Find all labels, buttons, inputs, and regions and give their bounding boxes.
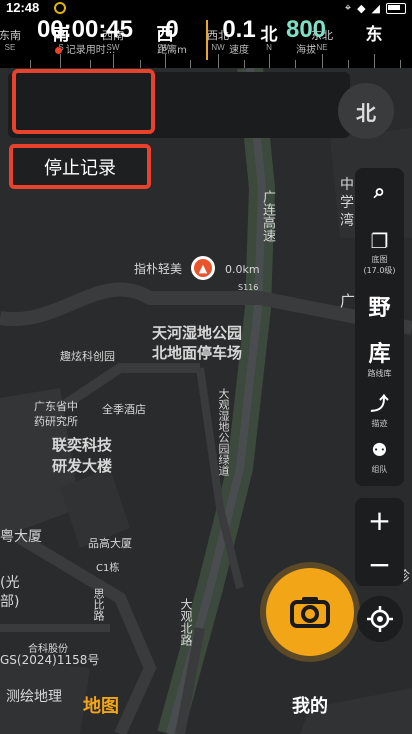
team-button[interactable]: ⚉ 组队 [355, 438, 404, 475]
route-library-button[interactable]: 库 路线库 [355, 342, 404, 379]
map-approval-number: GS(2024)1158号 [0, 653, 100, 667]
compass-abbr: N [266, 43, 272, 52]
north-mode-icon: 北 [356, 100, 376, 125]
map-label-park: 天河湿地公园 [152, 324, 243, 342]
battery-icon [386, 2, 406, 14]
map-label-poi: 学 [340, 195, 354, 211]
wild-mode-button[interactable]: 野 [355, 296, 404, 322]
timer-stat: 00:00:45 记录用时... [22, 16, 148, 58]
basemap-label: 底图 [371, 255, 388, 264]
signal-icon: ◢ [371, 1, 380, 15]
status-time: 12:48 [6, 0, 40, 15]
nav-tab-mine[interactable]: 我的 [292, 692, 328, 718]
compass-label-east: 东 [365, 25, 383, 45]
map-label-building: 粤大厦 [0, 529, 42, 545]
map-label-building: 部) [0, 594, 20, 610]
wild-icon: 野 [368, 296, 391, 321]
stop-recording-button[interactable]: 停止记录 [9, 144, 151, 189]
nav-tab-map[interactable]: 地图 [83, 692, 119, 718]
map-label-road: 思比路 [92, 588, 105, 621]
camera-icon [290, 597, 330, 628]
camera-button[interactable] [266, 568, 354, 656]
search-button[interactable]: ⌕ [355, 178, 404, 204]
zoom-in-button[interactable]: + [355, 498, 404, 542]
map-label-poi: 趣炫科创园 [60, 350, 115, 363]
wifi-icon: ◆ [357, 1, 366, 15]
team-label: 组队 [371, 465, 388, 474]
compass-heading-indicator [206, 20, 208, 60]
map-label-distance: 0.0km [225, 263, 260, 276]
map-label-road: 大观湿地公园绿道 [217, 388, 230, 476]
map-label-poi: 广东省中 [34, 400, 78, 413]
timer-highlight [12, 69, 155, 134]
zoom-out-button[interactable]: − [355, 542, 404, 586]
altitude-label: 海拔 [296, 45, 316, 56]
distance-label: 距离m [157, 45, 187, 56]
status-bar: 12:48 ⌖ ◆ ◢ [0, 0, 412, 16]
route-library-label: 路线库 [367, 369, 392, 378]
trace-button[interactable]: ⤴ 描迹 [355, 392, 404, 429]
speed-label: 速度 [229, 45, 249, 56]
altitude-value: 800 [285, 16, 327, 43]
locate-crosshair-icon [367, 606, 393, 632]
map-label-building: C1栋 [96, 563, 120, 574]
map-label-park: 北地面停车场 [152, 344, 243, 362]
locate-button[interactable] [357, 596, 403, 642]
map-label-road: 大观北路 [179, 598, 193, 646]
trace-label: 描迹 [371, 419, 388, 428]
map-label-poi: 全季酒店 [102, 403, 146, 416]
map-label-building: 品高大厦 [88, 537, 132, 550]
map-label-building: (光 [0, 575, 20, 591]
trace-icon: ⤴ [370, 394, 389, 415]
distance-stat: 0 距离m [152, 16, 192, 58]
map-label-poi: 药研究所 [34, 415, 78, 428]
basemap-button[interactable]: ❐ 底图 (17.0级) [355, 228, 404, 276]
map-label-poi: 广 [340, 292, 356, 310]
speed-stat: 0.1 速度 [212, 16, 266, 58]
map-label-building: 联奕科技 [52, 436, 113, 454]
compass-abbr: SE [4, 43, 16, 52]
current-location-marker[interactable]: ▲ [191, 256, 215, 280]
distance-value: 0 [165, 16, 179, 43]
map-label-building: 研发大楼 [52, 457, 113, 475]
app-notification-icon [54, 2, 66, 14]
map-label-road: 广连高速 [260, 190, 275, 242]
search-icon: ⌕ [373, 179, 386, 203]
recording-dot-icon [54, 46, 62, 54]
map-label-building: 测绘地理 [6, 689, 62, 705]
layers-icon: ❐ [370, 229, 389, 253]
compass-label-se: 东南 [0, 29, 21, 42]
map-tool-sidebar: ⌕ ❐ 底图 (17.0级) 野 库 路线库 ⤴ 描迹 ⚉ 组队 [355, 168, 404, 486]
team-icon: ⚉ [371, 440, 388, 461]
timer-value: 00:00:45 [36, 16, 134, 43]
compass-mode-button[interactable]: 北 [338, 83, 394, 139]
timer-label: 记录用时... [22, 44, 148, 58]
library-icon: 库 [368, 342, 391, 367]
basemap-level: (17.0级) [363, 266, 396, 275]
zoom-controls: + − [355, 498, 404, 586]
map-label-road-code: S116 [238, 283, 259, 292]
map-label-poi: 指朴轻美 [134, 262, 183, 276]
location-icon: ⌖ [344, 1, 352, 14]
status-icons: ⌖ ◆ ◢ [345, 0, 406, 16]
altitude-stat: 800 海拔 [280, 16, 332, 58]
speed-value: 0.1 [222, 16, 256, 43]
stop-recording-label: 停止记录 [44, 157, 116, 179]
map-label-poi: 中 [340, 177, 354, 193]
